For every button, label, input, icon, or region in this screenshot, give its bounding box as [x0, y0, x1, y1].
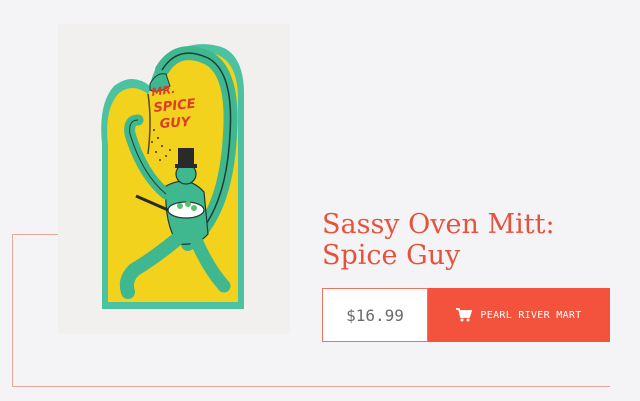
product-image: MR. SPICE GUY — [58, 24, 290, 334]
buy-button[interactable]: PEARL RIVER MART — [428, 288, 610, 342]
shopping-cart-icon — [456, 308, 473, 322]
product-title: Sassy Oven Mitt: Spice Guy — [322, 209, 555, 271]
decorative-frame-bottom — [12, 386, 610, 387]
price-label: $16.99 — [322, 288, 428, 342]
purchase-box: $16.99 PEARL RIVER MART — [322, 288, 610, 342]
buy-button-label: PEARL RIVER MART — [480, 309, 582, 321]
decorative-frame-left — [12, 234, 13, 387]
svg-text:GUY: GUY — [159, 115, 192, 132]
decorative-frame-top — [12, 234, 58, 235]
